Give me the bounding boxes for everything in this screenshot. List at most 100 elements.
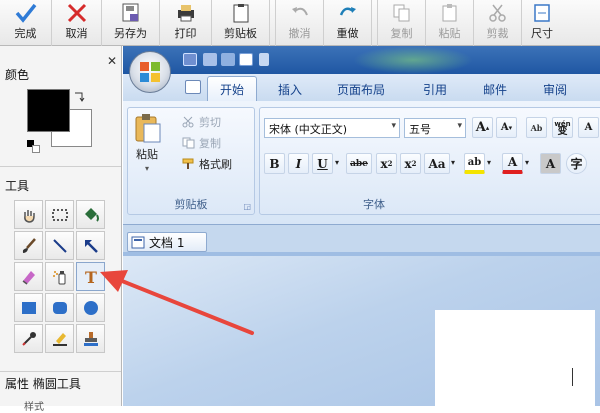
paste-dropdown-icon[interactable]: ▾ [145,164,149,173]
font-size-dropdown-icon[interactable]: ▾ [457,121,462,131]
clipboard-button[interactable]: 剪贴板 [212,0,270,46]
phonetic-guide-button[interactable]: wén 变 [552,117,573,138]
char-shading-button[interactable]: A [540,153,561,174]
select-rect-tool-icon[interactable] [45,200,74,229]
copy-icon [391,3,413,23]
qat-save-icon[interactable] [183,53,197,66]
brush-tool-icon[interactable] [14,231,43,260]
font-group: 宋体 (中文正文) ▾ 五号 ▾ A ▴ A ▾ Ab wén 变 A B I U … [259,107,600,215]
rounded-rect-tool-icon[interactable] [45,293,74,322]
underline-button[interactable]: U [312,153,333,174]
eraser-tool-icon[interactable] [14,262,43,291]
change-case-dropdown-icon[interactable]: ▾ [451,158,455,167]
clipboard-launcher-icon[interactable]: ◲ [243,202,251,211]
line-tool-icon[interactable] [45,231,74,260]
font-name-value: 宋体 (中文正文) [269,123,348,136]
crop-label: 剪裁 [486,27,509,40]
italic-button[interactable]: I [288,153,309,174]
clear-format-button[interactable]: Ab [526,117,547,138]
bold-button[interactable]: B [264,153,285,174]
office-button[interactable] [129,51,171,93]
fill-tool-icon[interactable] [76,200,105,229]
cut-ribbon-button[interactable]: 剪切 [182,114,221,130]
word-doc-tab-icon [131,236,145,248]
tab-home[interactable]: 开始 [207,76,258,101]
format-painter-button[interactable]: 格式刷 [182,156,232,172]
copy-ribbon-button[interactable]: 复制 [182,135,221,151]
font-color-label: A [507,155,518,169]
tab-mailings[interactable]: 邮件 [483,81,507,98]
document-page[interactable] [435,310,595,406]
qat-customize-icon[interactable] [259,53,269,66]
paste-button[interactable]: 粘贴 [426,0,474,46]
arrow-tool-icon[interactable] [76,231,105,260]
done-button[interactable]: 完成 [0,0,52,46]
crop-icon [487,3,509,23]
tab-review[interactable]: 审阅 [543,81,567,98]
word-window: 开始 插入 页面布局 引用 邮件 审阅 粘贴 ▾ 剪切 复制 格式刷 剪贴板 ◲… [123,46,600,406]
subscript-mark: 2 [387,159,393,168]
save-as-button[interactable]: 另存为 [102,0,160,46]
section-divider [0,166,121,167]
panel-close-icon[interactable]: ✕ [107,54,117,68]
font-color-dropdown-icon[interactable]: ▾ [525,158,529,167]
qat-preview-icon[interactable] [239,53,253,66]
save-as-label: 另存为 [114,27,147,40]
cancel-button[interactable]: 取消 [52,0,102,46]
document-tab[interactable]: 文档 1 [127,232,207,252]
text-tool-icon[interactable]: T [76,262,105,291]
primary-color-swatch[interactable] [27,89,70,132]
copy-button[interactable]: 复制 [378,0,426,46]
superscript-button[interactable]: x2 [400,153,421,174]
clipboard-group-label: 剪贴板 [174,198,208,211]
ellipse-tool-icon[interactable] [76,293,105,322]
change-case-button[interactable]: Aa [424,153,450,174]
highlight-dropdown-icon[interactable]: ▾ [487,158,491,167]
rectangle-tool-icon[interactable] [14,293,43,322]
crop-button[interactable]: 剪裁 [474,0,522,46]
close-icon [66,3,88,23]
underline-dropdown-icon[interactable]: ▾ [335,158,339,167]
redo-button[interactable]: 重做 [324,0,372,46]
undo-label: 撤消 [288,27,311,40]
print-button[interactable]: 打印 [160,0,212,46]
redo-icon [337,3,359,23]
text-cursor [572,368,573,386]
copy-label: 复制 [199,137,221,150]
undo-button[interactable]: 撤消 [276,0,324,46]
done-label: 完成 [14,27,37,40]
font-group-label: 字体 [363,198,385,211]
spray-tool-icon[interactable] [45,262,74,291]
strikethrough-label: abe [350,158,368,169]
eyedropper-tool-icon[interactable] [14,324,43,353]
shrink-font-button[interactable]: A ▾ [496,117,517,138]
subscript-button[interactable]: x2 [376,153,397,174]
tab-references[interactable]: 引用 [423,81,447,98]
paste-label: 粘贴 [136,148,158,161]
paste-ribbon-button[interactable]: 粘贴 ▾ [132,112,162,173]
highlight-button[interactable]: ab [464,153,485,174]
font-color-button[interactable]: A [502,153,523,174]
font-name-combo[interactable]: 宋体 (中文正文) ▾ [264,118,400,138]
enclose-char-button[interactable]: A [578,117,599,138]
qat-redo-icon[interactable] [221,53,235,66]
stamp-tool-icon[interactable] [76,324,105,353]
cut-label: 剪切 [199,116,221,129]
enclosed-char-button[interactable]: 字 [566,153,587,174]
resize-button[interactable]: 尺寸 [522,0,562,46]
resize-label: 尺寸 [531,27,553,40]
grow-font-button[interactable]: A ▴ [472,117,493,138]
tab-insert[interactable]: 插入 [278,81,302,98]
highlight-label: ab [467,156,482,168]
strikethrough-button[interactable]: abe [346,153,372,174]
tab-page-layout[interactable]: 页面布局 [337,81,385,98]
hand-tool-icon[interactable] [14,200,43,229]
copy-label: 复制 [390,27,413,40]
qat-undo-icon[interactable] [203,53,217,66]
font-size-combo[interactable]: 五号 ▾ [404,118,466,138]
color-section-label: 颜色 [5,68,30,82]
highlighter-tool-icon[interactable] [45,324,74,353]
swap-colors-icon[interactable] [74,90,86,102]
font-name-dropdown-icon[interactable]: ▾ [391,121,396,131]
workspace-background [123,256,600,406]
